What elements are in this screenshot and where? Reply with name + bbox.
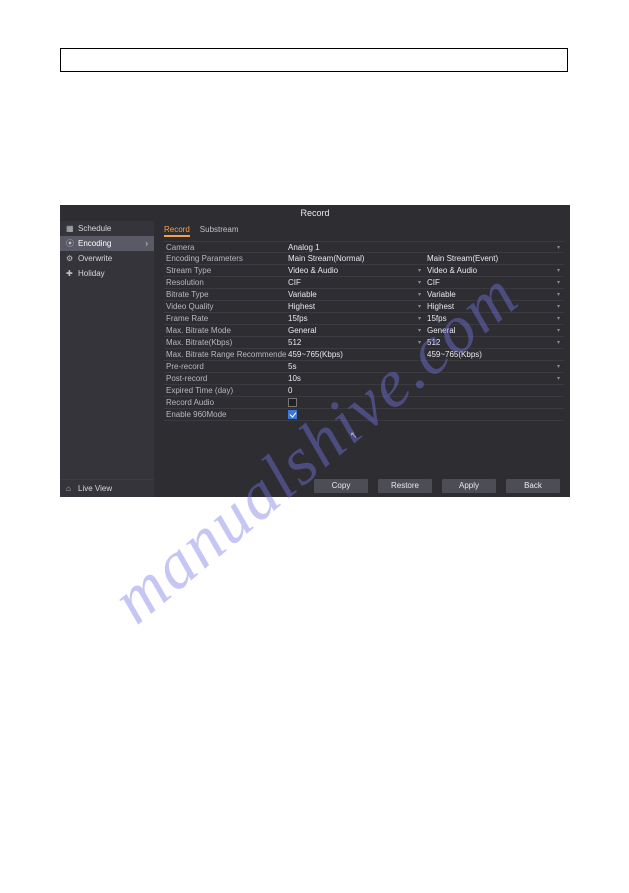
record-settings-window: Record ▦ Schedule ⦿ Encoding ⚙ Overwrite…	[60, 205, 570, 497]
sidebar-item-schedule[interactable]: ▦ Schedule	[60, 221, 154, 236]
label-stream-type: Stream Type	[164, 266, 286, 275]
select-max-kbps-event[interactable]: 512	[425, 338, 564, 347]
select-video-quality-normal[interactable]: Highest	[286, 302, 425, 311]
main-panel: Record Substream Camera Analog 1 Encodin…	[154, 221, 570, 497]
back-button[interactable]: Back	[506, 479, 560, 493]
value-enc-normal: Main Stream(Normal)	[286, 254, 425, 263]
footer-buttons: Copy Restore Apply Back	[164, 475, 564, 493]
sidebar-item-label: Holiday	[78, 269, 105, 278]
gear-icon: ⚙	[66, 255, 74, 263]
select-max-mode-event[interactable]: General	[425, 326, 564, 335]
restore-button[interactable]: Restore	[378, 479, 432, 493]
tab-record[interactable]: Record	[164, 225, 190, 237]
tabs: Record Substream	[164, 225, 564, 237]
label-record-audio: Record Audio	[164, 398, 286, 407]
label-expired-time: Expired Time (day)	[164, 386, 286, 395]
home-icon: ⌂	[66, 485, 74, 493]
select-frame-rate-normal[interactable]: 15fps	[286, 314, 425, 323]
sidebar-item-label: Live View	[78, 484, 112, 493]
record-icon: ⦿	[66, 240, 74, 248]
value-max-range-event: 459~765(Kbps)	[425, 350, 564, 359]
sidebar-item-liveview[interactable]: ⌂ Live View	[60, 479, 154, 497]
select-video-quality-event[interactable]: Highest	[425, 302, 564, 311]
label-max-bitrate-kbps: Max. Bitrate(Kbps)	[164, 338, 286, 347]
select-bitrate-type-normal[interactable]: Variable	[286, 290, 425, 299]
sidebar: ▦ Schedule ⦿ Encoding ⚙ Overwrite ✚ Holi…	[60, 221, 154, 497]
select-bitrate-type-event[interactable]: Variable	[425, 290, 564, 299]
page-header-box	[60, 48, 568, 72]
sidebar-item-label: Schedule	[78, 224, 111, 233]
label-frame-rate: Frame Rate	[164, 314, 286, 323]
copy-button[interactable]: Copy	[314, 479, 368, 493]
settings-rows: Camera Analog 1 Encoding Parameters Main…	[164, 241, 564, 475]
checkbox-record-audio[interactable]	[288, 398, 297, 407]
select-frame-rate-event[interactable]: 15fps	[425, 314, 564, 323]
label-bitrate-type: Bitrate Type	[164, 290, 286, 299]
sidebar-item-encoding[interactable]: ⦿ Encoding	[60, 236, 154, 251]
label-max-bitrate-range: Max. Bitrate Range Recommended	[164, 350, 286, 359]
calendar-icon: ▦	[66, 225, 74, 233]
sidebar-item-label: Encoding	[78, 239, 111, 248]
select-resolution-normal[interactable]: CIF	[286, 278, 425, 287]
select-resolution-event[interactable]: CIF	[425, 278, 564, 287]
plus-icon: ✚	[66, 270, 74, 278]
select-max-kbps-normal[interactable]: 512	[286, 338, 425, 347]
label-video-quality: Video Quality	[164, 302, 286, 311]
select-camera[interactable]: Analog 1	[286, 243, 564, 252]
select-pre-record[interactable]: 5s	[286, 362, 564, 371]
apply-button[interactable]: Apply	[442, 479, 496, 493]
sidebar-item-overwrite[interactable]: ⚙ Overwrite	[60, 251, 154, 266]
label-encoding-parameters: Encoding Parameters	[164, 254, 286, 263]
label-resolution: Resolution	[164, 278, 286, 287]
label-max-bitrate-mode: Max. Bitrate Mode	[164, 326, 286, 335]
select-stream-type-normal[interactable]: Video & Audio	[286, 266, 425, 275]
select-max-mode-normal[interactable]: General	[286, 326, 425, 335]
input-expired-time[interactable]: 0	[286, 386, 564, 395]
value-max-range-normal: 459~765(Kbps)	[286, 350, 425, 359]
sidebar-item-holiday[interactable]: ✚ Holiday	[60, 266, 154, 281]
label-enable-960mode: Enable 960Mode	[164, 410, 286, 419]
cell-enable-960mode	[286, 410, 564, 419]
checkbox-enable-960mode[interactable]	[288, 410, 297, 419]
label-camera: Camera	[164, 243, 286, 252]
label-pre-record: Pre-record	[164, 362, 286, 371]
window-title: Record	[60, 205, 570, 221]
sidebar-item-label: Overwrite	[78, 254, 112, 263]
tab-substream[interactable]: Substream	[200, 225, 239, 237]
select-stream-type-event[interactable]: Video & Audio	[425, 266, 564, 275]
label-post-record: Post-record	[164, 374, 286, 383]
cell-record-audio	[286, 398, 564, 407]
value-enc-event: Main Stream(Event)	[425, 254, 564, 263]
select-post-record[interactable]: 10s	[286, 374, 564, 383]
